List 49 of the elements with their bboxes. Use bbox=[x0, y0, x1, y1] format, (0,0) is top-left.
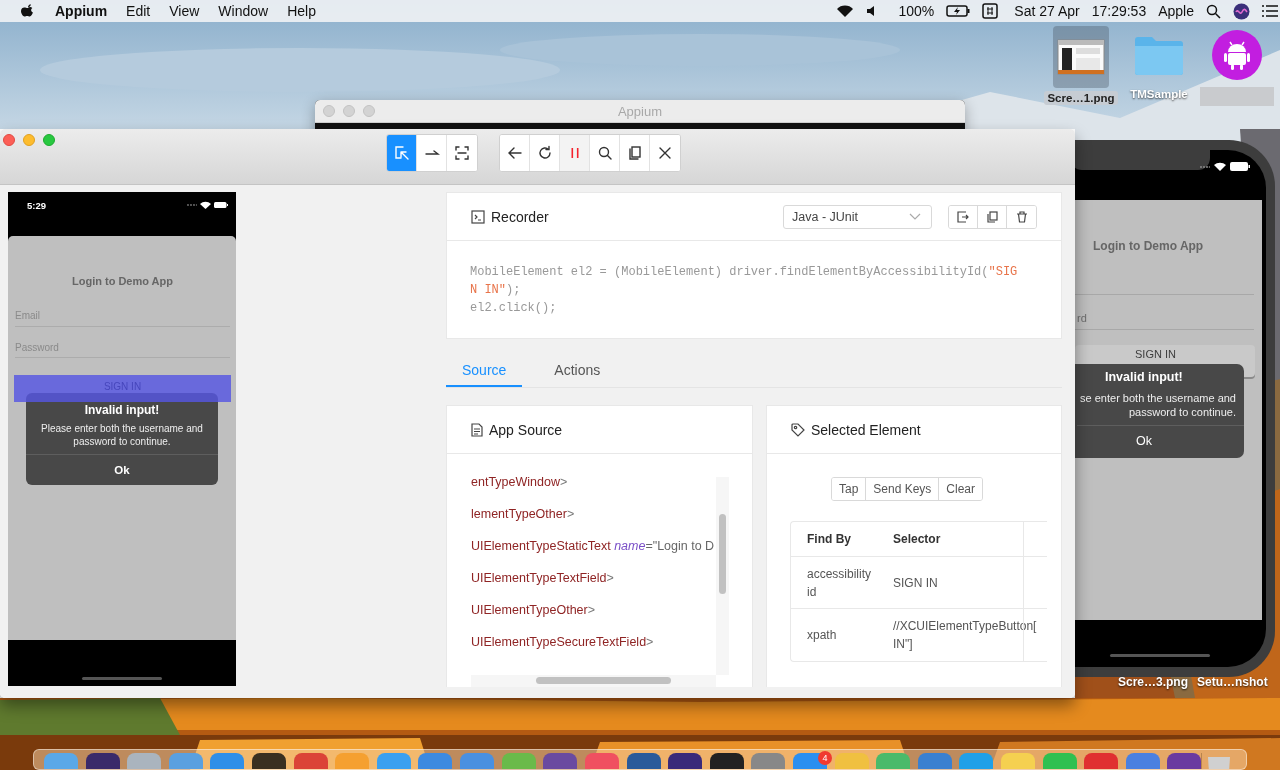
battery-icon bbox=[214, 202, 228, 208]
panel-title: App Source bbox=[489, 421, 563, 438]
alert-message: Please enter both the username and password to continue. bbox=[40, 422, 204, 448]
source-node[interactable]: UIElementTypeTextField> bbox=[471, 562, 716, 594]
panel-title: Recorder bbox=[491, 208, 549, 225]
close-button[interactable] bbox=[3, 134, 15, 146]
zoom-button[interactable] bbox=[43, 134, 55, 146]
screen-title: Login to Demo App bbox=[71, 274, 174, 288]
table-cell-text: //XCUIElementTypeButton[ IN"] bbox=[893, 618, 1037, 653]
table-cell-text: SIGN IN bbox=[893, 574, 938, 592]
tab[interactable]: Actions bbox=[538, 355, 617, 387]
close-icon bbox=[657, 145, 673, 161]
cursor-icon bbox=[393, 145, 410, 161]
panel-title: Selected Element bbox=[811, 421, 921, 438]
tag-icon bbox=[791, 422, 805, 437]
source-node[interactable]: UIElementTypeStaticText name="Login to D bbox=[471, 530, 716, 562]
code-line: MobileElement el2 = (MobileElement) driver.findElementByAccessibilityId("SIGN IN"); bbox=[470, 264, 1018, 299]
export-icon bbox=[957, 210, 969, 223]
minimize-button[interactable] bbox=[23, 134, 35, 146]
column-header: Find By bbox=[807, 531, 852, 548]
source-node[interactable]: lementTypeOther> bbox=[471, 498, 716, 530]
wifi-icon bbox=[200, 201, 211, 209]
vertical-scrollbar[interactable] bbox=[716, 477, 729, 675]
frame-icon bbox=[454, 145, 470, 161]
copy-icon bbox=[626, 145, 643, 161]
alert-title: Invalid input! bbox=[83, 403, 161, 417]
trash-icon bbox=[1015, 210, 1028, 223]
code-line: el2.click(); bbox=[470, 300, 558, 317]
refresh-icon bbox=[536, 145, 553, 161]
status-time: 5:29 bbox=[27, 199, 46, 211]
table-cell-text: xpath bbox=[807, 627, 838, 644]
search-icon bbox=[596, 145, 613, 161]
file-icon bbox=[471, 422, 483, 437]
copy-icon bbox=[986, 210, 998, 223]
back-arrow-icon bbox=[506, 145, 523, 161]
source-node[interactable]: entTypeWindow> bbox=[471, 466, 716, 498]
signal-icon bbox=[187, 203, 197, 207]
language-dropdown[interactable]: Java - JUnit bbox=[783, 204, 932, 229]
source-node[interactable]: UIElementTypeSecureTextField> bbox=[471, 626, 716, 658]
table-cell-text: accessibility id bbox=[807, 565, 873, 601]
toolbar-button[interactable] bbox=[500, 135, 530, 171]
terminal-icon bbox=[471, 209, 485, 224]
column-header: Selector bbox=[893, 531, 941, 548]
source-node[interactable]: UIElementTypeOther> bbox=[471, 594, 716, 626]
horizontal-scrollbar[interactable] bbox=[471, 675, 716, 687]
action-button[interactable]: Tap bbox=[831, 478, 867, 500]
export-button[interactable] bbox=[949, 205, 978, 228]
ok-button[interactable]: Ok bbox=[26, 455, 218, 485]
caret-icon bbox=[909, 212, 921, 221]
